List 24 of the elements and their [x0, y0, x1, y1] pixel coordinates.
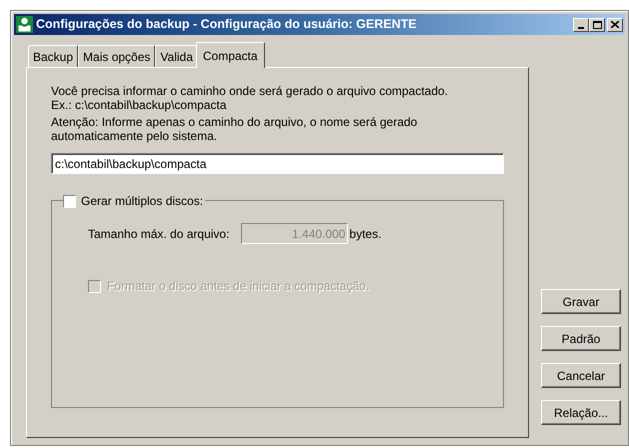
- close-icon: [611, 21, 619, 28]
- maximize-button[interactable]: [589, 18, 605, 32]
- instruction-text: Ex.: c:\contabil\backup\compacta: [51, 98, 228, 112]
- dialog-button[interactable]: Gravar: [541, 289, 621, 314]
- window-title: Configurações do backup - Configuração do usuário: GERENTE: [36, 16, 417, 34]
- tab[interactable]: Mais opções: [78, 45, 156, 67]
- dialog-button[interactable]: Relação...: [541, 400, 621, 425]
- minimize-icon: [578, 26, 584, 28]
- size-label: Tamanho máx. do arquivo:: [88, 226, 230, 242]
- instruction-text: Você precisa informar o caminho onde será gerado o arquivo compactado.: [51, 84, 449, 98]
- checkbox[interactable]: [63, 194, 76, 208]
- tab[interactable]: Valida: [155, 45, 198, 67]
- maximize-icon: [592, 20, 602, 28]
- path-field[interactable]: c:\contabil\backup\compacta: [51, 153, 504, 174]
- close-button[interactable]: [607, 18, 623, 32]
- user-icon: [16, 16, 33, 33]
- attention-text: Atenção: Informe apenas o caminho do arquivo, o nome será gerado automaticamente pelo sistema.: [51, 115, 418, 143]
- tab[interactable]: Compacta: [196, 42, 265, 68]
- tab[interactable]: Backup: [28, 45, 78, 67]
- dialog-button[interactable]: Padrão: [541, 326, 621, 351]
- unit-label: bytes.: [349, 226, 382, 242]
- checkbox-label: Gerar múltiplos discos:: [81, 193, 204, 210]
- minimize-button[interactable]: [573, 18, 589, 32]
- dialog-button[interactable]: Cancelar: [541, 363, 621, 388]
